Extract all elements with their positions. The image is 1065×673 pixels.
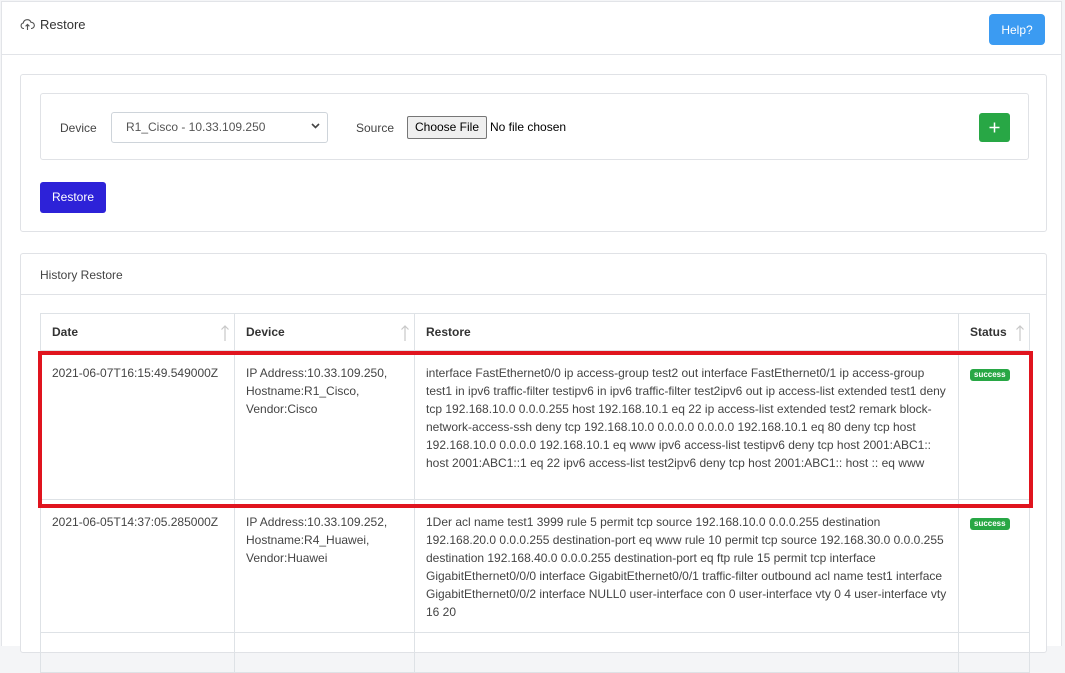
help-button[interactable]: Help? <box>989 14 1045 45</box>
table-row: 2021-06-07T16:15:49.549000Z IP Address:1… <box>40 350 1030 500</box>
cell-status: success <box>958 499 1030 633</box>
cell-date: 2021-06-05T14:37:05.285000Z <box>40 499 235 633</box>
table-row: 2021-06-05T14:37:05.285000Z IP Address:1… <box>40 499 1030 633</box>
sort-arrow-icon[interactable] <box>220 324 230 345</box>
table-header-row: Date Device Restore Status <box>40 313 1030 351</box>
divider <box>21 294 1046 295</box>
chevron-down-icon <box>310 120 321 134</box>
sort-arrow-icon[interactable] <box>1015 324 1025 345</box>
column-header-date[interactable]: Date <box>40 313 235 351</box>
cell-device: IP Address:10.33.109.252, Hostname:R4_Hu… <box>234 499 415 633</box>
device-select-value: R1_Cisco - 10.33.109.250 <box>126 120 266 134</box>
history-restore-card: History Restore Date Device Restore Stat… <box>20 253 1047 673</box>
restore-button[interactable]: Restore <box>40 182 106 213</box>
table-row <box>40 632 1030 673</box>
add-button[interactable] <box>979 113 1010 142</box>
sort-arrow-icon[interactable] <box>400 324 410 345</box>
device-label: Device <box>60 121 97 135</box>
no-file-chosen-text: No file chosen <box>490 120 567 134</box>
column-header-restore: Restore <box>414 313 959 351</box>
status-badge: success <box>970 518 1010 530</box>
status-badge: success <box>970 369 1010 381</box>
restore-form-row: Device R1_Cisco - 10.33.109.250 Source C… <box>40 93 1029 160</box>
device-select[interactable]: R1_Cisco - 10.33.109.250 <box>111 112 328 143</box>
column-header-status[interactable]: Status <box>958 313 1030 351</box>
page-title: Restore <box>20 17 86 32</box>
cell-device: IP Address:10.33.109.250, Hostname:R1_Ci… <box>234 350 415 500</box>
page-header: Restore Help? <box>1 1 1062 55</box>
plus-icon <box>979 122 1010 146</box>
history-title: History Restore <box>40 268 123 282</box>
cell-status: success <box>958 350 1030 500</box>
cell-date: 2021-06-07T16:15:49.549000Z <box>40 350 235 500</box>
choose-file-button[interactable]: Choose File <box>407 116 487 139</box>
column-header-device[interactable]: Device <box>234 313 415 351</box>
page-title-text: Restore <box>40 17 86 32</box>
cloud-upload-icon <box>20 18 35 31</box>
restore-form-card: Device R1_Cisco - 10.33.109.250 Source C… <box>20 74 1047 232</box>
source-label: Source <box>356 121 395 135</box>
main-panel: Device R1_Cisco - 10.33.109.250 Source C… <box>1 55 1062 673</box>
cell-restore: interface FastEthernet0/0 ip access-grou… <box>414 350 959 500</box>
history-table: Date Device Restore Status 2021-06-07T16… <box>40 313 1030 673</box>
cell-restore: 1Der acl name test1 3999 rule 5 permit t… <box>414 499 959 633</box>
